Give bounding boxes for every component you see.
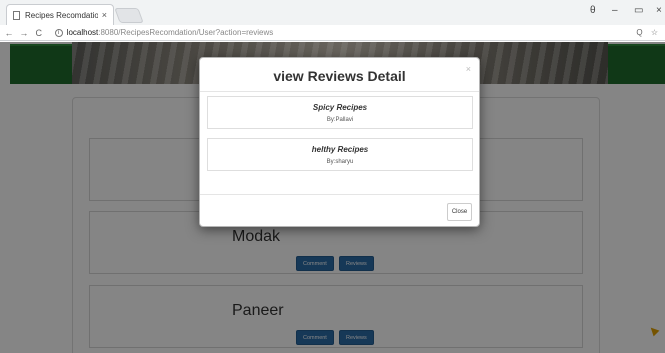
url-actions[interactable]: Q ☆	[636, 28, 661, 37]
account-icon[interactable]: θ	[590, 5, 596, 16]
new-tab-button[interactable]	[114, 8, 144, 23]
page-icon	[13, 10, 20, 20]
close-button[interactable]: Close	[447, 203, 472, 221]
review-author: By:Pallavi	[326, 117, 354, 123]
modal-title: view Reviews Detail	[273, 68, 406, 84]
url-field[interactable]: i localhost :8080/RecipesRecomdation/Use…	[51, 26, 665, 40]
review-item: Spicy Recipes By:Pallavi	[207, 96, 473, 129]
modal-close-icon[interactable]: ×	[466, 64, 471, 74]
address-bar: ← → C i localhost :8080/RecipesRecomdati…	[0, 25, 665, 41]
browser-tab[interactable]: Recipes Recomdation ×	[6, 4, 114, 25]
url-host: localhost	[66, 28, 99, 37]
tab-title: Recipes Recomdation	[25, 10, 98, 20]
review-item: helthy Recipes By:sharyu	[207, 138, 473, 171]
window-close-icon[interactable]: ×	[656, 5, 662, 16]
modal-header: view Reviews Detail ×	[200, 58, 479, 92]
review-title: helthy Recipes	[311, 145, 369, 154]
review-title: Spicy Recipes	[312, 103, 368, 112]
back-icon[interactable]: ←	[3, 28, 15, 38]
forward-icon[interactable]: →	[18, 28, 30, 38]
info-icon[interactable]: i	[54, 28, 63, 37]
minimize-icon[interactable]: –	[612, 5, 618, 16]
reload-icon[interactable]: C	[33, 28, 45, 38]
browser-tab-bar: Recipes Recomdation × θ – ▭ ×	[0, 0, 665, 25]
review-author: By:sharyu	[326, 159, 354, 165]
url-path: :8080/RecipesRecomdation/User?action=rev…	[98, 28, 274, 37]
tab-close-icon[interactable]: ×	[102, 10, 107, 20]
maximize-icon[interactable]: ▭	[634, 5, 643, 16]
modal-footer: Close	[200, 194, 479, 228]
reviews-modal: view Reviews Detail × Spicy Recipes By:P…	[199, 57, 480, 227]
